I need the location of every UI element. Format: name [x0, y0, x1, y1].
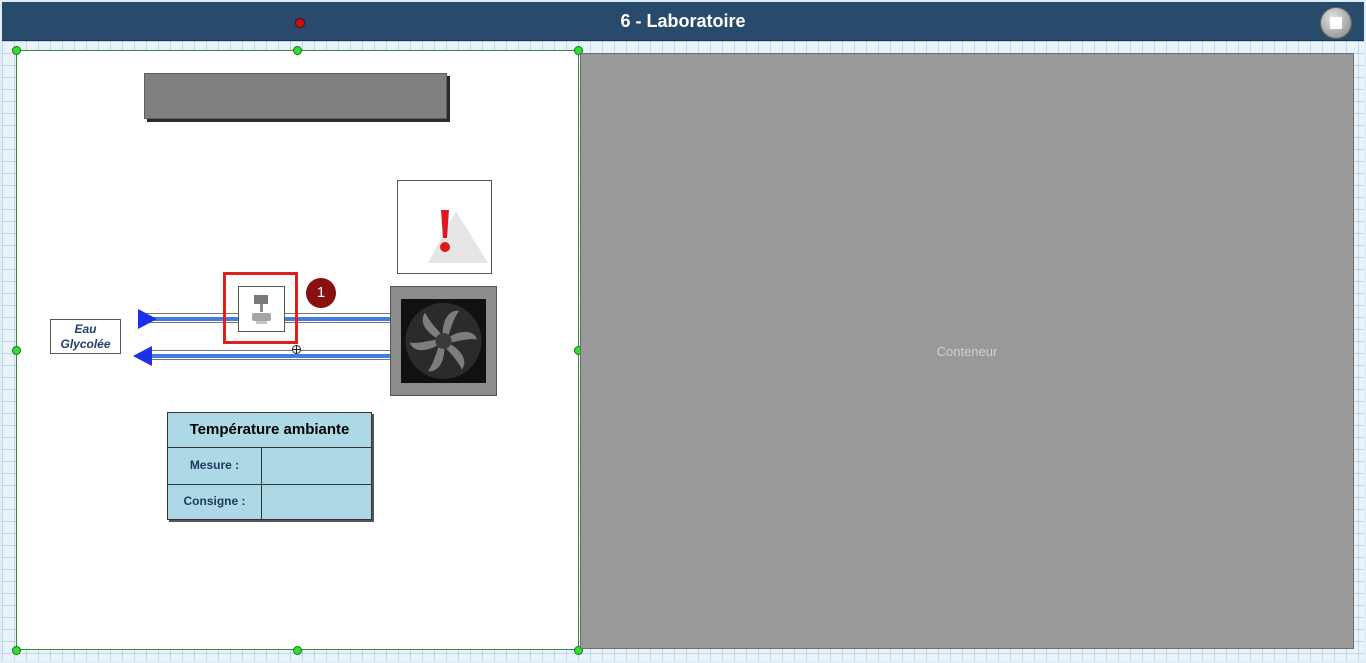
callout-badge: 1: [306, 278, 336, 308]
container-label: Conteneur: [936, 344, 998, 359]
container-panel[interactable]: Conteneur: [580, 53, 1354, 649]
selection-handle[interactable]: [293, 46, 302, 55]
return-pipe: [145, 350, 392, 360]
selection-handle[interactable]: [293, 646, 302, 655]
temperature-panel-title: Température ambiante: [168, 413, 371, 448]
selection-handle[interactable]: [12, 346, 21, 355]
stop-button[interactable]: [1320, 7, 1352, 39]
return-arrow-icon: [133, 346, 152, 366]
supply-arrow-icon: [138, 309, 157, 329]
selection-highlight: [223, 272, 298, 344]
fluid-label-line2: Glycolée: [60, 337, 111, 351]
crosshair-icon: [292, 345, 301, 354]
fan-housing: [401, 299, 486, 383]
fluid-label-line1: Eau: [74, 322, 97, 336]
fan-icon: [405, 303, 482, 379]
selection-handle[interactable]: [12, 646, 21, 655]
title-banner[interactable]: [144, 73, 447, 119]
fan-unit[interactable]: [390, 286, 497, 396]
return-flow: [146, 354, 391, 358]
window-titlebar: 6 - Laboratoire: [2, 2, 1364, 41]
measure-label: Mesure :: [168, 448, 262, 484]
fluid-label: Eau Glycolée: [50, 319, 121, 354]
setpoint-value[interactable]: [262, 484, 371, 520]
stop-icon: [1330, 17, 1342, 29]
measure-value: [262, 448, 371, 484]
temperature-panel: Température ambiante Mesure : Consigne :: [167, 412, 372, 520]
alarm-indicator[interactable]: [397, 180, 492, 274]
selection-handle[interactable]: [12, 46, 21, 55]
setpoint-label: Consigne :: [168, 484, 262, 520]
alarm-warning-icon: [428, 210, 488, 263]
window-title: 6 - Laboratoire: [620, 11, 746, 31]
